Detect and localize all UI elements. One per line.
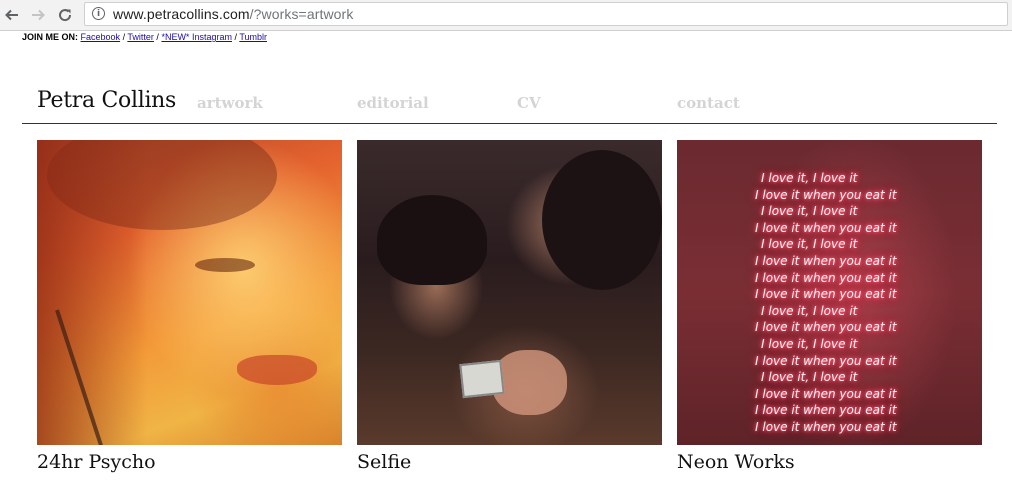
photo-detail	[542, 150, 662, 290]
work-caption[interactable]: 24hr Psycho	[37, 451, 156, 473]
neon-line: I love it when you eat it	[755, 287, 897, 302]
url-host: www.petracollins.com	[113, 6, 250, 22]
nav-contact[interactable]: contact	[677, 94, 740, 112]
neon-line: I love it, I love it	[761, 303, 858, 318]
info-icon[interactable]: i	[92, 7, 105, 20]
twitter-link[interactable]: Twitter	[127, 32, 154, 42]
neon-line: I love it when you eat it	[755, 187, 897, 202]
artwork-thumbnail[interactable]	[357, 140, 662, 445]
artwork-thumbnail[interactable]	[37, 140, 342, 445]
tumblr-link[interactable]: Tumblr	[239, 32, 267, 42]
neon-line: I love it when you eat it	[755, 353, 897, 368]
photo-detail	[37, 140, 147, 445]
nav-artwork[interactable]: artwork	[197, 94, 263, 112]
neon-line: I love it, I love it	[761, 237, 858, 252]
neon-line: I love it when you eat it	[755, 403, 897, 418]
work-item-neon-works[interactable]: I love it, I love it I love it when you e…	[677, 140, 982, 445]
address-bar[interactable]: i www.petracollins.com/?works=artwork	[84, 2, 1008, 26]
neon-line: I love it when you eat it	[755, 220, 897, 235]
photo-detail	[377, 195, 487, 285]
work-item-selfie[interactable]	[357, 140, 662, 445]
browser-toolbar: i www.petracollins.com/?works=artwork	[0, 0, 1012, 31]
instagram-link[interactable]: *NEW* Instagram	[161, 32, 232, 42]
neon-line: I love it when you eat it	[755, 270, 897, 285]
work-caption[interactable]: Selfie	[357, 451, 411, 473]
neon-line: I love it, I love it	[761, 370, 858, 385]
neon-line: I love it when you eat it	[755, 419, 897, 434]
artwork-thumbnail[interactable]: I love it, I love it I love it when you e…	[677, 140, 982, 445]
forward-arrow-icon[interactable]	[26, 3, 50, 27]
nav-cv[interactable]: CV	[517, 94, 541, 112]
photo-detail	[459, 359, 505, 399]
neon-line: I love it when you eat it	[755, 253, 897, 268]
site-title[interactable]: Petra Collins	[37, 88, 176, 113]
neon-line: I love it when you eat it	[755, 386, 897, 401]
header-divider	[22, 123, 997, 124]
nav-editorial[interactable]: editorial	[357, 94, 429, 112]
back-arrow-icon[interactable]	[0, 3, 24, 27]
neon-line: I love it, I love it	[761, 336, 858, 351]
facebook-link[interactable]: Facebook	[81, 32, 121, 42]
work-caption[interactable]: Neon Works	[677, 451, 795, 473]
url-text: www.petracollins.com/?works=artwork	[113, 6, 353, 22]
work-item-24hr-psycho[interactable]	[37, 140, 342, 445]
neon-line: I love it, I love it	[761, 171, 858, 185]
photo-detail	[195, 258, 255, 272]
neon-line: I love it, I love it	[761, 204, 858, 219]
url-path: /?works=artwork	[249, 6, 354, 22]
social-label: JOIN ME ON:	[22, 32, 79, 42]
neon-line: I love it when you eat it	[755, 320, 897, 335]
reload-icon[interactable]	[53, 3, 77, 27]
neon-sign-text: I love it, I love it I love it when you e…	[755, 170, 955, 436]
photo-detail	[237, 355, 317, 385]
social-links-bar: JOIN ME ON: Facebook / Twitter / *NEW* I…	[22, 32, 267, 42]
